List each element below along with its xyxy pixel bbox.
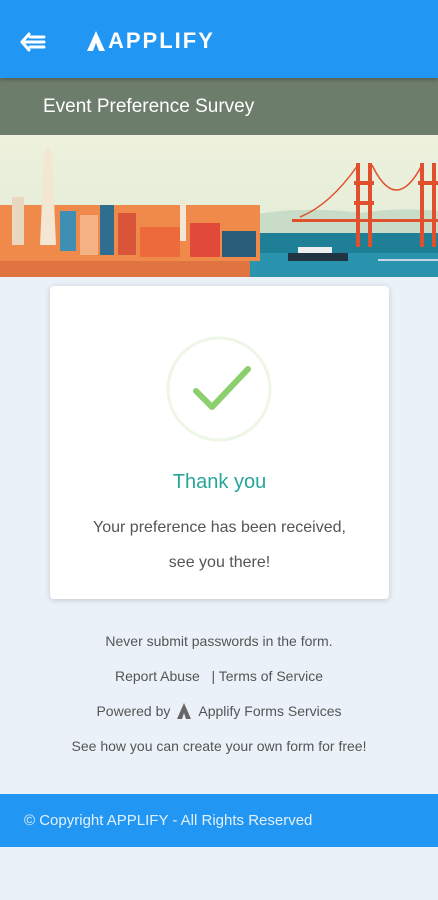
app-logo: APPLIFY xyxy=(86,26,215,56)
confirmation-message: Your preference has been received, see y… xyxy=(70,510,369,580)
logo-a-icon xyxy=(87,31,105,51)
confirmation-card: Thank you Your preference has been recei… xyxy=(50,286,389,599)
success-badge xyxy=(166,336,272,442)
report-abuse-link[interactable]: Report Abuse xyxy=(115,668,200,684)
back-button[interactable] xyxy=(16,25,50,59)
applify-logo-icon xyxy=(177,703,192,719)
survey-title-bar: Event Preference Survey xyxy=(0,78,438,135)
back-arrow-icon xyxy=(20,32,46,52)
powered-by-row: Powered by Applify Forms Services xyxy=(0,698,438,733)
applify-forms-link[interactable]: Applify Forms Services xyxy=(198,698,341,724)
password-warning: Never submit passwords in the form. xyxy=(105,633,333,649)
thank-you-heading: Thank you xyxy=(172,471,267,493)
app-bar: APPLIFY xyxy=(0,0,438,78)
logo-text: APPLIFY xyxy=(108,28,215,53)
footer-links-row: Report Abuse | Terms of Service xyxy=(0,663,438,698)
message-line-1: Your preference has been received, xyxy=(93,519,346,536)
survey-banner-image xyxy=(0,135,438,277)
link-separator: | xyxy=(211,668,216,684)
create-form-link[interactable]: See how you can create your own form for… xyxy=(0,733,438,768)
survey-title: Event Preference Survey xyxy=(43,96,255,117)
copyright-text: © Copyright APPLIFY - All Rights Reserve… xyxy=(24,812,313,829)
powered-by-label: Powered by xyxy=(96,703,171,719)
form-footer: Never submit passwords in the form. Repo… xyxy=(0,628,438,768)
checkmark-icon xyxy=(166,336,272,442)
copyright-bar: © Copyright APPLIFY - All Rights Reserve… xyxy=(0,794,438,847)
terms-of-service-link[interactable]: Terms of Service xyxy=(219,668,323,684)
message-line-2: see you there! xyxy=(168,554,271,571)
